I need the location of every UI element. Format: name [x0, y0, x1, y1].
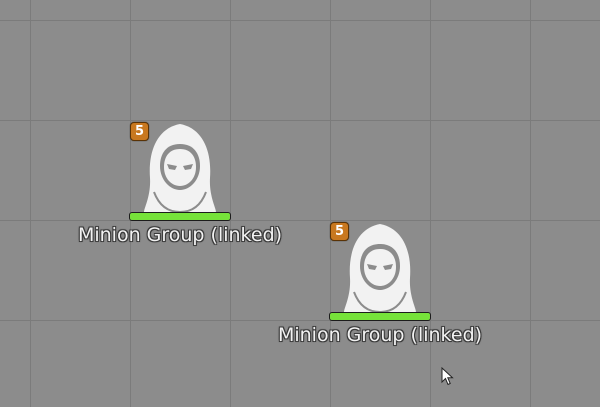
mouse-pointer-icon: [441, 367, 454, 386]
map-canvas[interactable]: { "tokens": [ { "name": "Minion Group (l…: [0, 0, 600, 407]
health-bar-fill: [130, 213, 230, 220]
health-bar: [329, 312, 431, 321]
token-name-label: Minion Group (linked): [277, 324, 483, 346]
token-name-label: Minion Group (linked): [77, 224, 283, 246]
hooded-figure-icon[interactable]: [340, 222, 420, 314]
token-count-badge: 5: [330, 222, 349, 241]
hooded-figure-icon[interactable]: [140, 122, 220, 214]
token-minion-group-1[interactable]: 5 Minion Group (linked): [65, 118, 295, 248]
token-minion-group-2[interactable]: 5 Minion Group (linked): [265, 218, 495, 348]
token-count-badge: 5: [130, 122, 149, 141]
health-bar: [129, 212, 231, 221]
health-bar-fill: [330, 313, 430, 320]
